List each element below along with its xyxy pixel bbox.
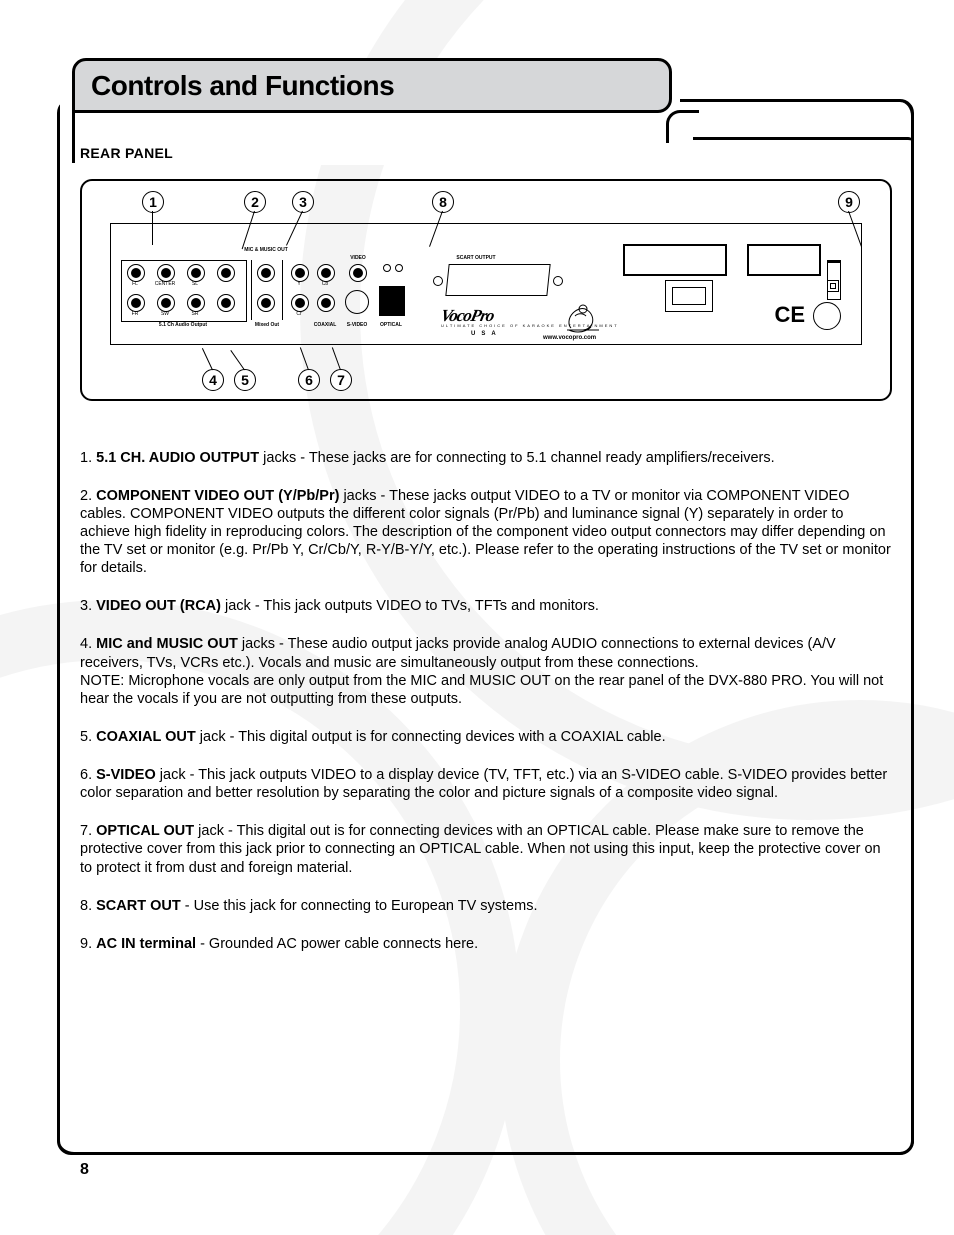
description-item: 1. 5.1 CH. AUDIO OUTPUT jacks - These ja…: [80, 449, 892, 467]
label-optical: OPTICAL: [373, 323, 409, 328]
page-number: 8: [80, 1161, 89, 1179]
description-item: 4. MIC and MUSIC OUT jacks - These audio…: [80, 635, 892, 708]
device-chassis: 5.1 Ch Audio Output FL CENTER SL FR SW S…: [110, 223, 862, 345]
description-item: 8. SCART OUT - Use this jack for connect…: [80, 897, 892, 915]
callout-9: 9: [838, 191, 860, 213]
description-item: 3. VIDEO OUT (RCA) jack - This jack outp…: [80, 597, 892, 615]
label-mixed-out: Mixed Out: [247, 323, 287, 328]
lion-crest-icon: [561, 294, 605, 338]
description-item: 6. S-VIDEO jack - This jack outputs VIDE…: [80, 766, 892, 802]
callout-8: 8: [432, 191, 454, 213]
section-title: Controls and Functions: [91, 70, 394, 102]
double-insulation-icon: [827, 280, 839, 292]
callout-2: 2: [244, 191, 266, 213]
callout-1: 1: [142, 191, 164, 213]
callout-4: 4: [202, 369, 224, 391]
tab-stub: [72, 113, 75, 163]
subheading-rear-panel: REAR PANEL: [80, 145, 892, 163]
label-mic-music: MIC & MUSIC OUT: [231, 248, 301, 253]
callout-6: 6: [298, 369, 320, 391]
description-item: 7. OPTICAL OUT jack - This digital out i…: [80, 822, 892, 876]
callout-3: 3: [292, 191, 314, 213]
label-51ch: 5.1 Ch Audio Output: [121, 323, 245, 328]
description-item: 5. COAXIAL OUT jack - This digital outpu…: [80, 728, 892, 746]
description-item: 9. AC IN terminal - Grounded AC power ca…: [80, 935, 892, 953]
description-list: 1. 5.1 CH. AUDIO OUTPUT jacks - These ja…: [80, 449, 892, 953]
label-scart: SCART OUTPUT: [441, 256, 511, 261]
ce-mark-icon: CE: [774, 304, 805, 326]
manual-page: Controls and Functions REAR PANEL 1 2 3 …: [0, 0, 954, 1235]
frame-topline: [693, 137, 914, 143]
description-item: 2. COMPONENT VIDEO OUT (Y/Pb/Pr) jacks -…: [80, 487, 892, 578]
section-title-tab: Controls and Functions: [72, 58, 672, 113]
power-inlet-icon: [813, 302, 841, 330]
label-video: VIDEO: [341, 256, 375, 261]
label-svideo: S-VIDEO: [339, 323, 375, 328]
rear-panel-diagram: 1 2 3 8 9 5.1 Ch Audio Output FL CENTER …: [80, 179, 892, 401]
callout-5: 5: [234, 369, 256, 391]
content-area: REAR PANEL 1 2 3 8 9 5.1 Ch Audio Output…: [80, 145, 892, 1145]
callout-7: 7: [330, 369, 352, 391]
brand-usa: USA: [471, 331, 502, 337]
